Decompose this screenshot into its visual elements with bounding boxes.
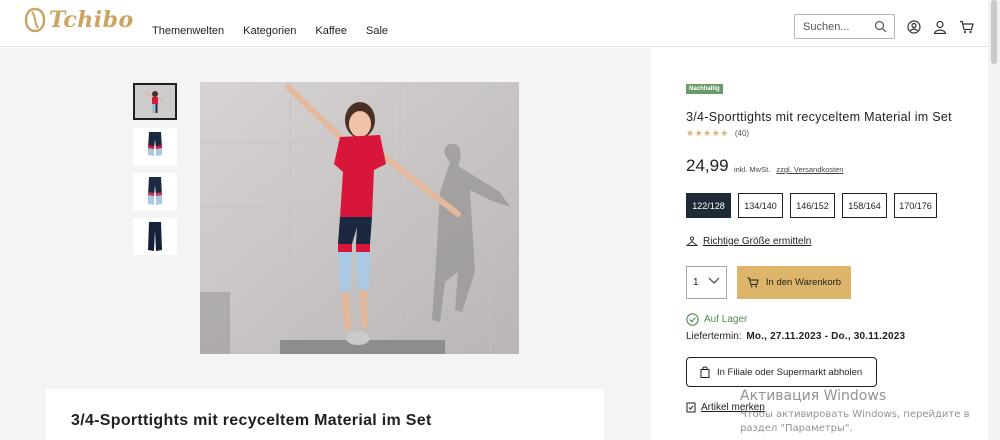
shopping-bag-icon: [700, 366, 710, 378]
thumbnail-tights-image: [148, 131, 162, 156]
search-icon[interactable]: [874, 20, 887, 33]
main-product-image[interactable]: [200, 82, 519, 354]
product-photo: [200, 82, 519, 354]
product-title: 3/4-Sporttights mit recyceltem Material …: [686, 110, 952, 124]
user-icon[interactable]: [933, 20, 947, 34]
rating[interactable]: ★★★★★ (40): [686, 128, 749, 139]
thumbnail-1[interactable]: [133, 83, 177, 120]
size-option-134-140[interactable]: 134/140: [738, 193, 783, 218]
delivery-date: Liefertermin: Mo., 27.11.2023 - Do., 30.…: [686, 331, 905, 342]
bookmark-check-icon: [686, 402, 696, 413]
watermark-text: Чтобы активировать Windows, перейдите в …: [740, 409, 970, 434]
size-guide-link[interactable]: Richtige Größe ermitteln: [686, 236, 811, 247]
thumbnail-girl-image: [135, 85, 175, 118]
nav-item-sale[interactable]: Sale: [366, 25, 388, 37]
store-pickup-label: In Filiale oder Supermarkt abholen: [717, 366, 863, 378]
tchibo-logo[interactable]: Tchibo: [23, 6, 134, 34]
tax-note: inkl. MwSt. zzgl. Versandkosten: [734, 165, 843, 174]
hanger-icon: [686, 236, 698, 246]
delivery-label: Liefertermin:: [686, 331, 742, 342]
size-option-170-176[interactable]: 170/176: [894, 193, 937, 218]
nav-item-themenwelten[interactable]: Themenwelten: [152, 25, 224, 37]
search-input[interactable]: [803, 20, 873, 33]
logo-text: Tchibo: [49, 7, 134, 33]
site-header: Tchibo Themenwelten Kategorien Kaffee Sa…: [0, 0, 988, 47]
watermark-title: Активация Windows: [740, 388, 887, 404]
size-option-146-152[interactable]: 146/152: [790, 193, 835, 218]
quantity-value: 1: [693, 277, 699, 288]
account-switch-icon[interactable]: [907, 20, 921, 34]
shipping-cost-link[interactable]: zzgl. Versandkosten: [776, 165, 843, 174]
add-to-cart-label: In den Warenkorb: [765, 277, 842, 288]
stock-status: Auf Lager: [686, 313, 747, 326]
size-option-158-164[interactable]: 158/164: [842, 193, 887, 218]
sustainability-badge: Nachhaltig: [686, 84, 723, 94]
size-guide-label: Richtige Größe ermitteln: [703, 236, 812, 247]
cart-icon: [747, 277, 759, 288]
size-selector: 122/128 134/140 146/152 158/164 170/176: [686, 193, 937, 218]
size-option-122-128[interactable]: 122/128: [686, 193, 731, 218]
rating-count: (40): [734, 129, 750, 138]
store-pickup-button[interactable]: In Filiale oder Supermarkt abholen: [686, 357, 877, 387]
nav-item-kaffee[interactable]: Kaffee: [315, 25, 347, 37]
rating-stars-icon: ★★★★★: [686, 128, 729, 138]
product-price: 24,99: [686, 156, 729, 175]
thumbnail-tights-image: [148, 176, 162, 205]
windows-activation-watermark: Активация Windows Чтобы активировать Win…: [740, 388, 980, 436]
thumbnail-4[interactable]: [133, 218, 177, 255]
main-nav: Themenwelten Kategorien Kaffee Sale: [152, 25, 388, 37]
product-info-panel: Nachhaltig 3/4-Sporttights mit recycelte…: [651, 48, 988, 440]
check-circle-icon: [686, 313, 699, 326]
stock-label: Auf Lager: [704, 314, 748, 325]
nav-item-kategorien[interactable]: Kategorien: [243, 25, 296, 37]
thumbnail-tights-image: [148, 221, 162, 251]
search-box: [794, 14, 895, 39]
add-to-cart-button[interactable]: In den Warenkorb: [737, 266, 851, 299]
scrollbar-thumb[interactable]: [991, 0, 997, 64]
cart-icon[interactable]: [959, 20, 974, 34]
coffee-bean-logo-icon: [24, 7, 46, 33]
quantity-select[interactable]: 1: [686, 266, 727, 299]
thumbnail-3[interactable]: [133, 173, 177, 210]
description-section: 3/4-Sporttights mit recyceltem Material …: [46, 389, 604, 440]
chevron-down-icon: [708, 277, 720, 284]
description-title: 3/4-Sporttights mit recyceltem Material …: [71, 412, 432, 429]
thumbnail-2[interactable]: [133, 128, 177, 165]
page-scrollbar[interactable]: [988, 0, 1000, 440]
tax-text: inkl. MwSt.: [734, 165, 771, 174]
delivery-dates: Mo., 27.11.2023 - Do., 30.11.2023: [746, 331, 906, 342]
